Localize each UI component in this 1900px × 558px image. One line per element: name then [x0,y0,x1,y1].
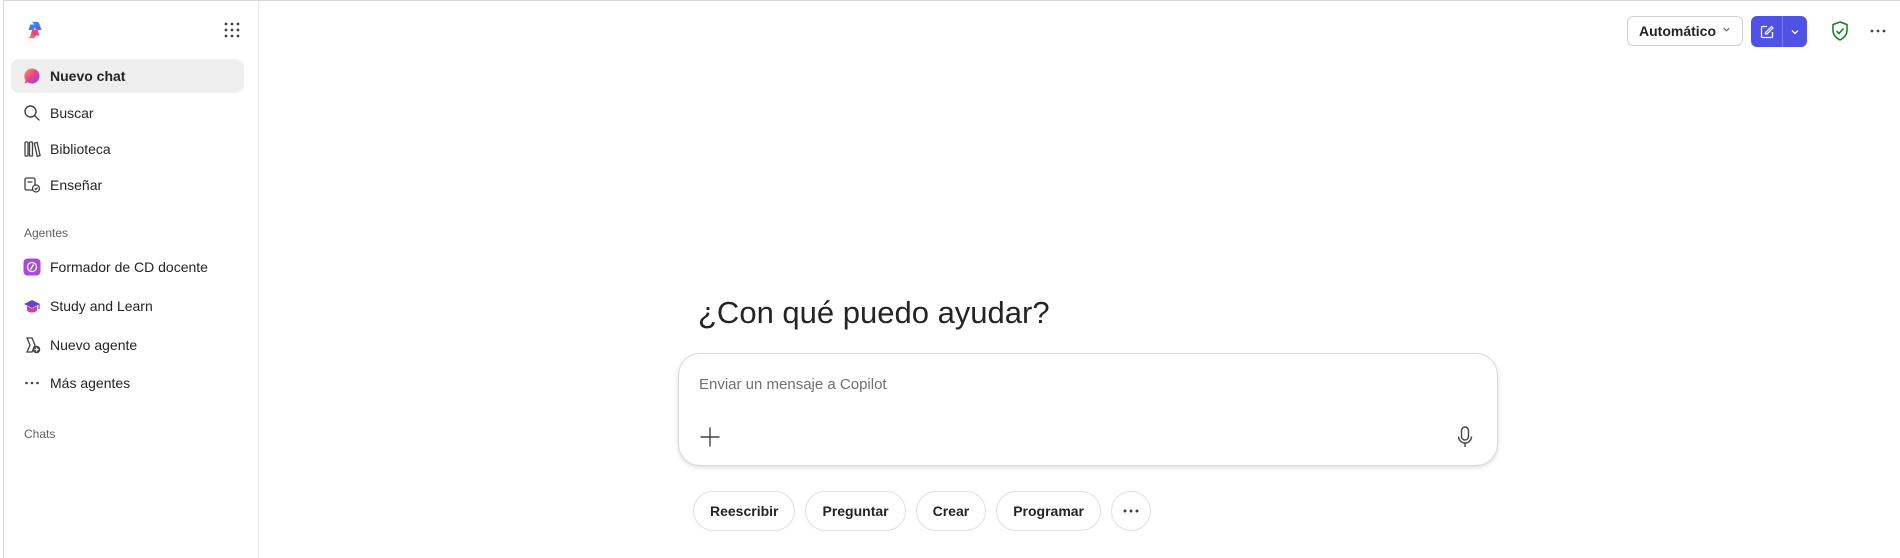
more-options-button[interactable] [1866,20,1890,42]
greeting-heading: ¿Con qué puedo ayudar? [698,295,1050,330]
nav-biblioteca[interactable]: Biblioteca [11,132,244,166]
agent-mas-agentes[interactable]: Más agentes [11,366,244,400]
agent-label: Nuevo agente [50,337,138,353]
chip-reescribir[interactable]: Reescribir [693,491,796,531]
nav-buscar[interactable]: Buscar [11,96,244,130]
chevron-down-icon [1791,29,1799,34]
copilot-chat-icon [23,67,41,85]
compose-icon [1760,25,1774,38]
nav-label: Enseñar [50,177,103,193]
message-input[interactable] [699,373,1459,395]
sidebar: Nuevo chat Buscar Biblioteca Enseñar Age… [4,1,259,558]
search-icon [23,104,41,122]
chats-heading: Chats [24,427,56,441]
agent-label: Study and Learn [50,298,153,314]
graduation-cap-icon [23,297,41,315]
more-icon [23,374,41,392]
teach-icon [23,176,41,194]
agent-purple-icon [23,258,41,276]
agents-heading: Agentes [24,226,69,240]
new-chat-button[interactable] [1751,16,1783,47]
nav-ensenar[interactable]: Enseñar [11,168,244,202]
mode-label: Automático [1639,23,1716,39]
window-frame [3,0,1900,558]
message-composer [678,353,1498,466]
chip-preguntar[interactable]: Preguntar [805,491,906,531]
shield-check-icon[interactable] [1829,20,1851,42]
agent-label: Formador de CD docente [50,259,208,275]
agent-formador-cd-docente[interactable]: Formador de CD docente [11,250,244,284]
agent-nuevo-agente[interactable]: Nuevo agente [11,328,244,362]
nav-label: Biblioteca [50,141,111,157]
new-agent-icon [23,336,41,354]
library-icon [23,140,41,158]
app-launcher-grid-icon[interactable] [222,20,242,40]
agent-label: Más agentes [50,375,131,391]
chip-programar[interactable]: Programar [996,491,1102,531]
mode-dropdown[interactable]: Automático [1627,16,1743,46]
add-attachment-icon[interactable] [699,426,721,448]
more-icon [1870,29,1886,33]
agent-study-and-learn[interactable]: Study and Learn [11,289,244,323]
nav-label: Nuevo chat [50,68,126,84]
nav-label: Buscar [50,105,94,121]
new-chat-split-button [1751,16,1807,47]
chip-crear[interactable]: Crear [915,491,987,531]
new-chat-options-button[interactable] [1783,16,1807,47]
chevron-down-icon [1722,25,1731,37]
more-icon [1123,509,1139,513]
more-chips-button[interactable] [1111,491,1152,531]
nav-nuevo-chat[interactable]: Nuevo chat [11,59,244,93]
copilot-logo[interactable] [23,19,45,41]
suggestion-chips: Reescribir Preguntar Crear Programar [693,491,1152,531]
microphone-icon[interactable] [1454,425,1476,449]
